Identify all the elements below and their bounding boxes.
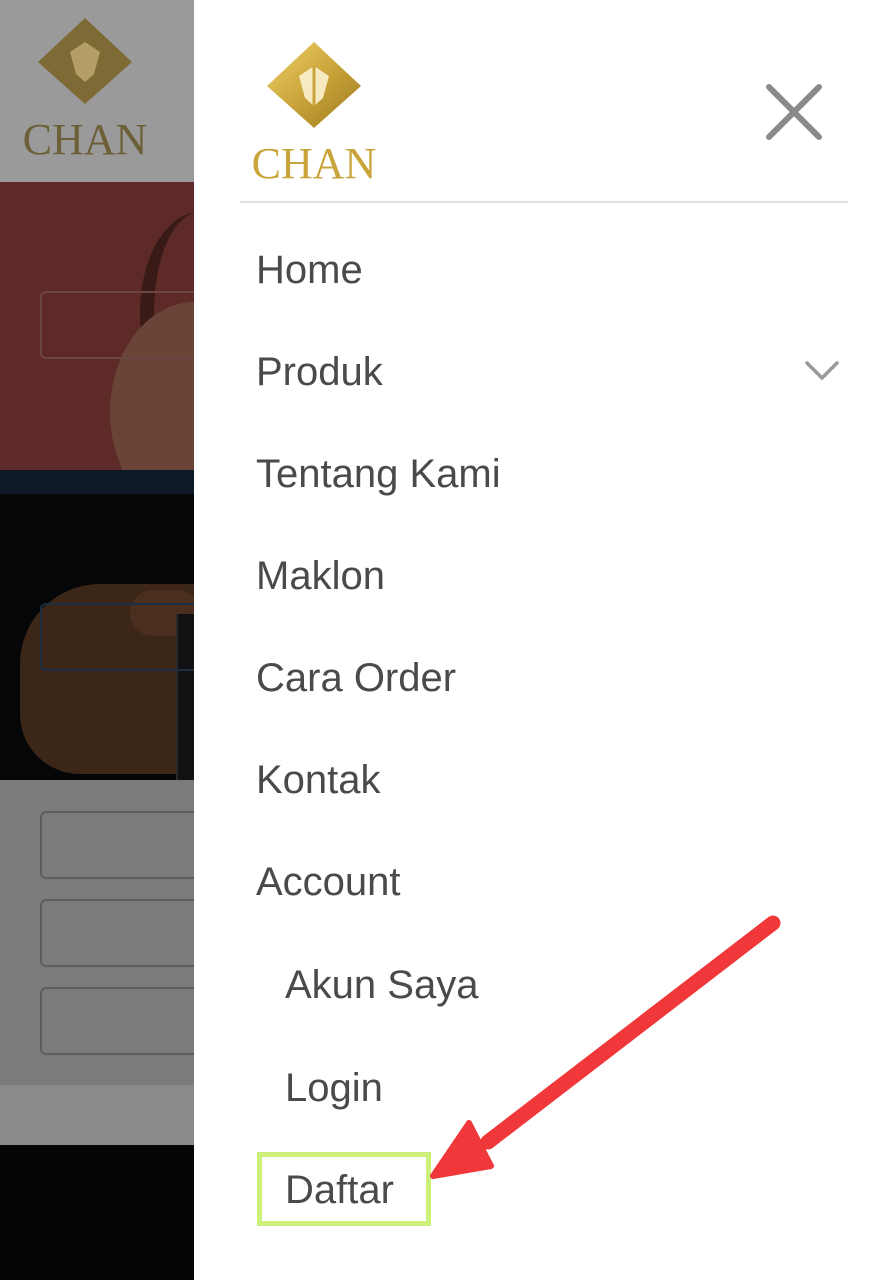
divider bbox=[240, 201, 848, 203]
background-strip bbox=[0, 470, 194, 494]
menu-item-home[interactable]: Home bbox=[256, 240, 363, 300]
menu-item-produk[interactable]: Produk bbox=[256, 342, 383, 402]
background-section-2 bbox=[0, 1085, 194, 1145]
menu-item-cara-order[interactable]: Cara Order bbox=[256, 648, 456, 708]
background-header: CHAN bbox=[0, 0, 194, 182]
menu-item-maklon[interactable]: Maklon bbox=[256, 546, 385, 606]
background-input bbox=[40, 987, 194, 1055]
menu-item-login[interactable]: Login bbox=[285, 1058, 383, 1118]
background-logo: CHAN bbox=[23, 18, 148, 164]
background-page: CHAN bbox=[0, 0, 194, 1280]
background-brand-text: CHAN bbox=[23, 115, 148, 164]
chevron-down-icon[interactable] bbox=[804, 356, 840, 386]
background-button bbox=[40, 291, 194, 359]
menu-item-daftar[interactable]: Daftar bbox=[285, 1160, 394, 1220]
drawer-brand-text: CHAN bbox=[252, 139, 377, 188]
logo-mark-icon: CHAN bbox=[252, 42, 377, 188]
background-footer bbox=[0, 1145, 194, 1280]
close-icon bbox=[766, 84, 822, 140]
menu-item-kontak[interactable]: Kontak bbox=[256, 750, 381, 810]
navigation-drawer: CHAN Home Produk Tentang Kami Maklon Car… bbox=[194, 0, 887, 1280]
background-button bbox=[40, 603, 194, 671]
menu-item-akun-saya[interactable]: Akun Saya bbox=[285, 955, 478, 1015]
background-input bbox=[40, 811, 194, 879]
drawer-logo[interactable]: CHAN bbox=[240, 42, 400, 197]
close-button[interactable] bbox=[764, 82, 824, 142]
menu-item-account[interactable]: Account bbox=[256, 852, 401, 912]
background-input bbox=[40, 899, 194, 967]
menu-item-tentang-kami[interactable]: Tentang Kami bbox=[256, 444, 501, 504]
